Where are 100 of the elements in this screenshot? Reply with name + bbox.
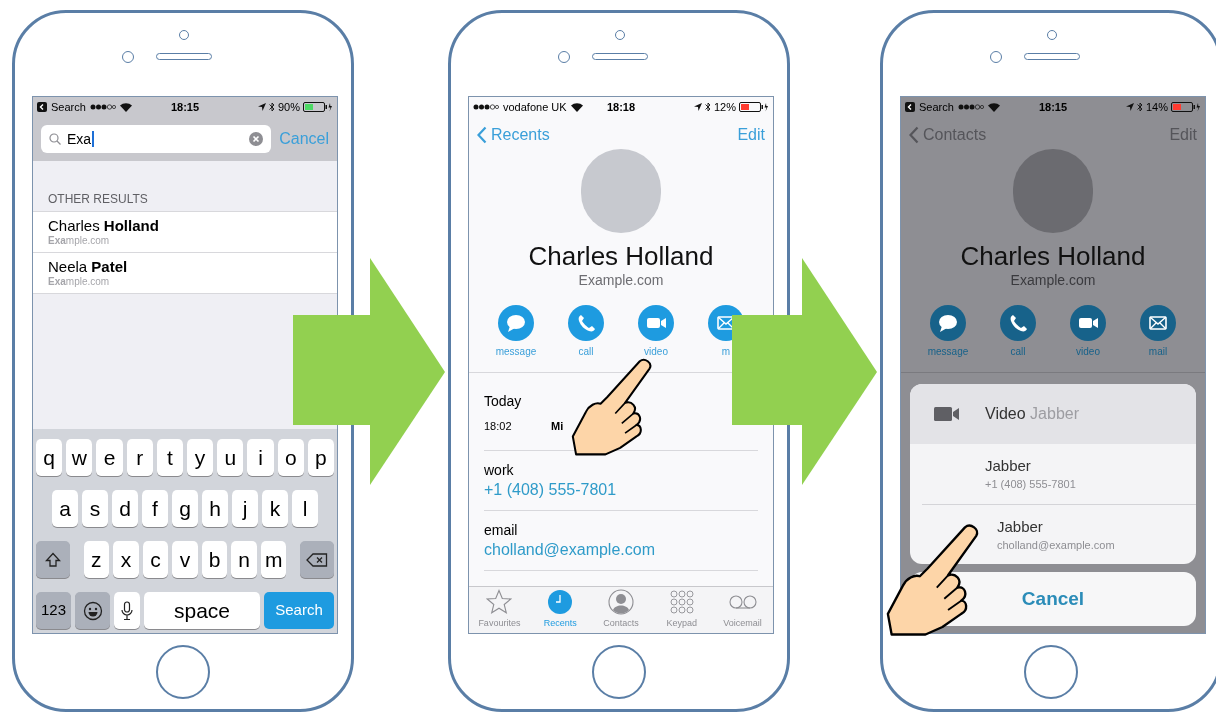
field-label: email (484, 520, 519, 539)
carrier-name: vodafone UK (503, 99, 567, 115)
option-detail: +1 (408) 555-7801 (985, 477, 1077, 492)
contact-name: Charles Holland (528, 241, 714, 271)
delete-icon (306, 552, 329, 567)
battery-icon (739, 102, 769, 112)
contact-company: Example.com (1010, 271, 1096, 289)
letter-key[interactable]: m (260, 541, 287, 578)
letter-key[interactable]: a (52, 490, 78, 527)
call-time: 18:02 (484, 419, 513, 434)
clock-icon (547, 589, 574, 616)
letter-key[interactable]: j (232, 490, 258, 527)
letter-key[interactable]: r (126, 439, 153, 476)
back-app-label[interactable]: Search (919, 98, 954, 116)
option-title: Jabber (985, 456, 1032, 476)
bluetooth-icon (1137, 102, 1143, 112)
letter-key[interactable]: i (247, 439, 274, 476)
keypad-icon (668, 589, 695, 616)
signal-dots-icon (473, 104, 499, 110)
search-result-row[interactable]: Charles Holland Example.com (33, 212, 337, 253)
call-action-button[interactable] (1000, 305, 1036, 341)
location-arrow-icon (694, 103, 702, 111)
search-result-row[interactable]: Neela Patel Example.com (33, 253, 337, 294)
location-arrow-icon (1126, 103, 1134, 111)
result-detail: Example.com (48, 235, 111, 247)
letter-key[interactable]: w (66, 439, 93, 476)
field-label: work (484, 460, 515, 479)
action-label: m (721, 345, 731, 359)
delete-key[interactable] (300, 541, 334, 578)
back-to-app-icon[interactable] (905, 102, 915, 112)
letter-key[interactable]: t (156, 439, 183, 476)
microphone-icon (121, 600, 133, 621)
call-action-button[interactable] (568, 305, 604, 341)
action-label: message (927, 345, 969, 359)
shift-key[interactable] (36, 541, 70, 578)
video-camera-icon (934, 407, 960, 421)
sheet-title: Video Jabber (985, 404, 1079, 424)
action-label: video (644, 345, 668, 359)
letter-key[interactable]: d (112, 490, 138, 527)
video-action-button[interactable] (638, 305, 674, 341)
battery-percentage: 14% (1146, 99, 1168, 115)
status-time: 18:15 (1037, 99, 1069, 115)
result-name: Charles Holland (48, 217, 160, 235)
letter-key[interactable]: l (292, 490, 318, 527)
home-button[interactable] (156, 645, 210, 699)
home-button[interactable] (592, 645, 646, 699)
dictation-key[interactable] (114, 592, 140, 629)
signal-dots-icon (89, 104, 116, 110)
action-label: call (1010, 345, 1026, 359)
letter-key[interactable]: x (113, 541, 139, 578)
letter-key[interactable]: q (36, 439, 63, 476)
letter-key[interactable]: s (82, 490, 108, 527)
action-label: message (495, 345, 537, 359)
battery-icon (303, 102, 333, 112)
letter-key[interactable]: z (83, 541, 110, 578)
letter-key[interactable]: u (217, 439, 244, 476)
video-action-button[interactable] (1070, 305, 1106, 341)
letter-key[interactable]: b (201, 541, 228, 578)
option-title: Jabber (997, 516, 1044, 537)
call-status: Mi (551, 419, 564, 434)
mail-action-button[interactable] (1140, 305, 1176, 341)
battery-percentage: 90% (278, 99, 300, 115)
letter-key[interactable]: p (307, 439, 335, 476)
back-to-app-icon[interactable] (37, 102, 47, 112)
letter-key[interactable]: f (142, 490, 168, 527)
battery-percentage: 12% (714, 99, 736, 115)
shift-arrow-icon (44, 551, 61, 568)
status-time: 18:15 (169, 99, 201, 115)
sheet-option[interactable]: Jabber +1 (408) 555-7801 (910, 444, 1196, 504)
letter-key[interactable]: o (277, 439, 304, 476)
action-label: mail (1148, 345, 1168, 359)
numbers-key[interactable]: 123 (36, 592, 71, 629)
smiley-icon (82, 600, 103, 621)
letter-key[interactable]: v (172, 541, 198, 578)
letter-key[interactable]: y (187, 439, 214, 476)
letter-key[interactable]: c (142, 541, 169, 578)
letter-key[interactable]: e (96, 439, 123, 476)
chevron-left-icon (909, 126, 919, 144)
letter-key[interactable]: h (202, 490, 228, 527)
letter-key[interactable]: g (172, 490, 198, 527)
recents-heading: Today (484, 392, 523, 411)
space-key[interactable]: space (144, 592, 260, 629)
chevron-left-icon (477, 126, 487, 144)
bluetooth-icon (705, 102, 711, 112)
search-field[interactable]: Exa (41, 125, 272, 153)
emoji-key[interactable] (75, 592, 110, 629)
home-button[interactable] (1024, 645, 1078, 699)
letter-key[interactable]: k (262, 490, 288, 527)
search-icon (49, 133, 61, 145)
battery-icon (1171, 102, 1201, 112)
status-time: 18:18 (605, 99, 637, 115)
back-app-label[interactable]: Search (51, 98, 86, 116)
message-action-button[interactable] (498, 305, 534, 341)
message-action-button[interactable] (930, 305, 966, 341)
option-detail: cholland@example.com (997, 537, 1116, 553)
action-label: call (578, 345, 594, 359)
section-header: OTHER RESULTS (47, 191, 149, 208)
letter-key[interactable]: n (231, 541, 257, 578)
clear-icon[interactable] (249, 132, 264, 146)
bluetooth-icon (269, 102, 275, 112)
